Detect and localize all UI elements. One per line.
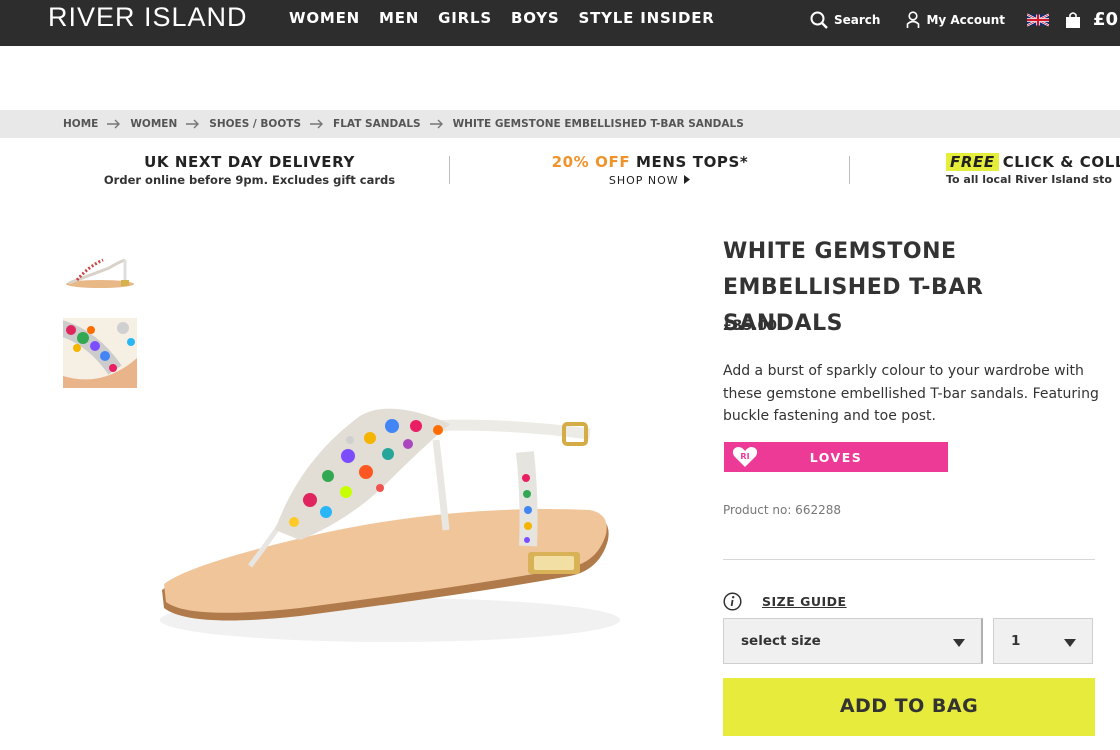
- user-icon: [907, 10, 920, 28]
- chevron-down-icon: [1064, 639, 1076, 647]
- promo-collect-text: CLICK & COLLE: [1002, 153, 1120, 171]
- breadcrumb: HOME WOMEN SHOES / BOOTS FLAT SANDALS WH…: [63, 118, 744, 130]
- promo-collect-subtitle: To all local River Island sto: [946, 173, 1112, 186]
- nav-women[interactable]: WOMEN: [289, 9, 360, 27]
- breadcrumb-home[interactable]: HOME: [63, 118, 98, 130]
- free-tag: FREE: [946, 153, 999, 171]
- quantity-select[interactable]: 1: [993, 618, 1093, 664]
- add-to-bag-button[interactable]: ADD TO BAG: [723, 678, 1095, 736]
- promo-delivery[interactable]: UK NEXT DAY DELIVERY Order online before…: [52, 153, 447, 187]
- arrow-right-icon: [186, 119, 200, 129]
- thumbnail-side-view[interactable]: [63, 250, 137, 292]
- caret-right-icon: [684, 175, 691, 184]
- breadcrumb-bar: HOME WOMEN SHOES / BOOTS FLAT SANDALS WH…: [0, 110, 1120, 138]
- nav-men[interactable]: MEN: [379, 9, 419, 27]
- header-utilities: Search My Account £0: [810, 9, 1118, 30]
- bag-total[interactable]: £0: [1093, 9, 1118, 30]
- size-guide-row: SIZE GUIDE: [723, 592, 847, 611]
- search-button[interactable]: Search: [810, 11, 880, 29]
- promo-offer-accent: 20% OFF: [551, 153, 631, 171]
- main-product-image[interactable]: [150, 380, 620, 660]
- breadcrumb-flat-sandals[interactable]: FLAT SANDALS: [333, 118, 421, 130]
- shopping-bag-icon[interactable]: [1065, 11, 1081, 29]
- nav-girls[interactable]: GIRLS: [438, 9, 492, 27]
- promo-delivery-title: UK NEXT DAY DELIVERY: [144, 153, 355, 171]
- chevron-down-icon: [953, 639, 965, 647]
- size-select[interactable]: select size: [723, 618, 983, 664]
- promo-delivery-subtitle: Order online before 9pm. Excludes gift c…: [103, 173, 396, 187]
- search-label: Search: [834, 12, 881, 27]
- nav-style-insider[interactable]: STYLE INSIDER: [579, 9, 715, 27]
- breadcrumb-shoes-boots[interactable]: SHOES / BOOTS: [209, 118, 301, 130]
- breadcrumb-women[interactable]: WOMEN: [130, 118, 177, 130]
- promo-mens-tops[interactable]: 20% OFF MENS TOPS* SHOP NOW: [452, 153, 848, 187]
- promo-offer-text: MENS TOPS*: [636, 153, 749, 171]
- divider: [723, 559, 1095, 560]
- arrow-right-icon: [107, 119, 121, 129]
- my-account-label: My Account: [926, 12, 1005, 27]
- nav-boys[interactable]: BOYS: [511, 9, 560, 27]
- promo-offer-title: 20% OFF MENS TOPS*: [452, 153, 848, 171]
- arrow-right-icon: [310, 119, 324, 129]
- promo-click-collect[interactable]: FREECLICK & COLLE To all local River Isl…: [852, 153, 1120, 186]
- product-description: Add a burst of sparkly colour to your wa…: [723, 363, 1099, 424]
- uk-flag-icon[interactable]: [1026, 13, 1049, 27]
- gemstone-detail-image: [63, 318, 137, 388]
- shop-now-link[interactable]: SHOP NOW: [452, 174, 848, 187]
- quantity-select-value: 1: [1011, 633, 1021, 649]
- product-price: £35.00: [723, 318, 778, 334]
- ri-loves-button[interactable]: RI LOVES: [724, 442, 948, 472]
- promo-divider: [449, 156, 450, 184]
- loves-label: LOVES: [809, 450, 863, 465]
- my-account-button[interactable]: My Account: [906, 10, 1005, 29]
- main-nav: WOMEN MEN GIRLS BOYS STYLE INSIDER: [289, 9, 734, 27]
- shop-now-label: SHOP NOW: [608, 174, 679, 187]
- search-icon: [810, 11, 828, 29]
- breadcrumb-current: WHITE GEMSTONE EMBELLISHED T-BAR SANDALS: [452, 118, 744, 130]
- promo-divider: [849, 156, 850, 184]
- top-header: RIVER ISLAND WOMEN MEN GIRLS BOYS STYLE …: [0, 0, 1120, 46]
- size-select-value: select size: [741, 633, 821, 649]
- info-icon[interactable]: [723, 592, 742, 611]
- product-number: Product no: 662288: [723, 503, 841, 517]
- thumbnail-detail-view[interactable]: [63, 318, 137, 388]
- arrow-right-icon: [429, 119, 443, 129]
- size-guide-link[interactable]: SIZE GUIDE: [762, 594, 847, 609]
- river-island-logo[interactable]: RIVER ISLAND: [48, 2, 248, 33]
- promo-collect-title: FREECLICK & COLLE: [946, 153, 1120, 171]
- sandal-image: [160, 408, 620, 642]
- sandal-thumbnail-image: [66, 258, 134, 288]
- add-to-bag-label: ADD TO BAG: [839, 695, 979, 717]
- product-title: WHITE GEMSTONE EMBELLISHED T-BAR SANDALS: [723, 239, 984, 336]
